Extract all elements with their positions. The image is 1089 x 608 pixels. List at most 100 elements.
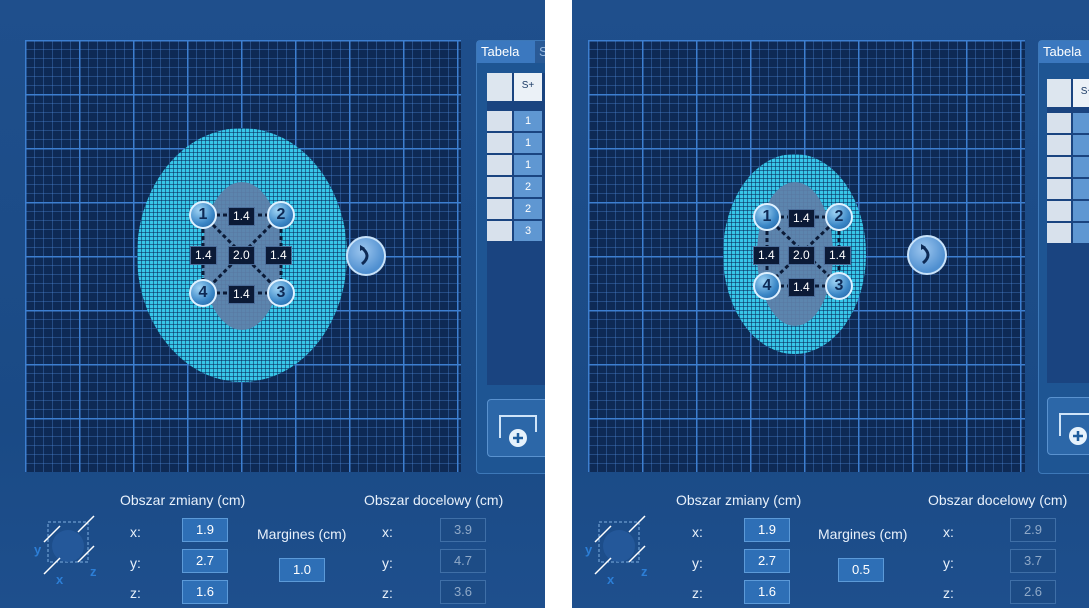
- table-row[interactable]: 1: [514, 133, 542, 153]
- axis-x-label: x: [56, 572, 64, 586]
- zone-z-field[interactable]: 1.6: [744, 580, 790, 604]
- tab-second[interactable]: S: [535, 41, 545, 63]
- probe-4[interactable]: 4: [753, 272, 781, 300]
- zone-y-field[interactable]: 2.7: [744, 549, 790, 573]
- table-row[interactable]: [1073, 179, 1089, 199]
- target-title: Obszar docelowy (cm): [364, 492, 504, 508]
- row-selector[interactable]: [1047, 179, 1071, 199]
- zone-z-field[interactable]: 1.6: [182, 580, 228, 604]
- target-y-value: 3.7: [1010, 549, 1056, 573]
- zone-x-label: x:: [692, 524, 703, 540]
- zone-z-label: z:: [692, 585, 703, 601]
- rotate-button[interactable]: [346, 236, 386, 276]
- margin-field[interactable]: 1.0: [279, 558, 325, 582]
- header-select-cell: [1047, 79, 1071, 107]
- margin-title: Margines (cm): [257, 526, 347, 542]
- zone-y-label: y:: [130, 555, 141, 571]
- row-selector[interactable]: [1047, 135, 1071, 155]
- distance-center: 2.0: [228, 246, 255, 265]
- probe-2[interactable]: 2: [825, 203, 853, 231]
- zone-title: Obszar zmiany (cm): [120, 492, 246, 508]
- target-x-label: x:: [382, 524, 393, 540]
- add-probe-icon: [1059, 413, 1089, 445]
- table-row[interactable]: [1073, 223, 1089, 243]
- table-row[interactable]: [1073, 201, 1089, 221]
- axis-z-label: z: [90, 564, 97, 579]
- probe-1[interactable]: 1: [189, 201, 217, 229]
- header-select-cell: [487, 73, 512, 101]
- header-s-plus: S+: [1073, 79, 1089, 107]
- probe-table: Tabela S+: [1038, 40, 1089, 474]
- target-title: Obszar docelowy (cm): [928, 492, 1068, 508]
- target-z-label: z:: [943, 585, 954, 601]
- probe-1[interactable]: 1: [753, 203, 781, 231]
- zone-y-field[interactable]: 2.7: [182, 549, 228, 573]
- probe-2[interactable]: 2: [267, 201, 295, 229]
- distance-left: 1.4: [753, 246, 780, 265]
- margin-title: Margines (cm): [818, 526, 908, 542]
- row-selector[interactable]: [1047, 113, 1071, 133]
- tab-table-label: Tabela: [1043, 44, 1082, 59]
- target-z-value: 3.6: [440, 580, 486, 604]
- tab-second-label: S: [539, 44, 545, 59]
- target-x-value: 2.9: [1010, 518, 1056, 542]
- axis-x-label: x: [607, 572, 615, 586]
- table-row[interactable]: 2: [514, 199, 542, 219]
- zone-title: Obszar zmiany (cm): [676, 492, 802, 508]
- target-y-label: y:: [943, 555, 954, 571]
- row-selector[interactable]: [487, 133, 512, 153]
- target-y-value: 4.7: [440, 549, 486, 573]
- tab-table[interactable]: Tabela: [477, 41, 535, 63]
- table-row[interactable]: 3: [514, 221, 542, 241]
- row-selector[interactable]: [487, 221, 512, 241]
- rotate-button[interactable]: [907, 235, 947, 275]
- row-selector[interactable]: [1047, 201, 1071, 221]
- probe-4[interactable]: 4: [189, 279, 217, 307]
- probe-3[interactable]: 3: [825, 272, 853, 300]
- table-row[interactable]: [1073, 157, 1089, 177]
- distance-left: 1.4: [190, 246, 217, 265]
- row-selector[interactable]: [1047, 157, 1071, 177]
- target-z-value: 2.6: [1010, 580, 1056, 604]
- cube-axes-icon: y x z: [34, 515, 97, 586]
- zone-z-label: z:: [130, 585, 141, 601]
- row-selector[interactable]: [487, 199, 512, 219]
- add-probe-button[interactable]: [487, 399, 545, 457]
- axis-y-label: y: [585, 542, 593, 557]
- header-s-plus: S+: [514, 73, 542, 101]
- zone-x-label: x:: [130, 524, 141, 540]
- axis-z-label: z: [641, 564, 648, 579]
- margin-field[interactable]: 0.5: [838, 558, 884, 582]
- target-x-value: 3.9: [440, 518, 486, 542]
- table-row[interactable]: 1: [514, 111, 542, 131]
- panel-left: 1 2 3 4 1.4 1.4 2.0 1.4 1.4 Tabela S S+ …: [0, 0, 545, 608]
- row-selector[interactable]: [487, 111, 512, 131]
- target-y-label: y:: [382, 555, 393, 571]
- distance-bottom: 1.4: [228, 285, 255, 304]
- table-row[interactable]: 2: [514, 177, 542, 197]
- table-row[interactable]: 1: [514, 155, 542, 175]
- panel-right: 1 2 3 4 1.4 1.4 2.0 1.4 1.4 Tabela S+: [572, 0, 1089, 608]
- add-probe-icon: [499, 415, 537, 447]
- rotate-icon: [360, 245, 369, 266]
- table-body: S+: [1047, 79, 1089, 383]
- distance-right: 1.4: [265, 246, 292, 265]
- tab-table-label: Tabela: [481, 44, 520, 59]
- distance-right: 1.4: [824, 246, 851, 265]
- table-row[interactable]: [1073, 135, 1089, 155]
- probe-table: Tabela S S+ 1 1 1 2 2 3: [476, 40, 545, 474]
- row-selector[interactable]: [487, 177, 512, 197]
- add-probe-button[interactable]: [1047, 397, 1089, 455]
- zone-x-field[interactable]: 1.9: [744, 518, 790, 542]
- axis-y-label: y: [34, 542, 42, 557]
- row-selector[interactable]: [1047, 223, 1071, 243]
- zone-y-label: y:: [692, 555, 703, 571]
- table-row[interactable]: [1073, 113, 1089, 133]
- row-selector[interactable]: [487, 155, 512, 175]
- table-body: S+ 1 1 1 2 2 3: [487, 73, 545, 385]
- rotate-icon: [921, 244, 930, 265]
- distance-top: 1.4: [788, 209, 815, 228]
- zone-x-field[interactable]: 1.9: [182, 518, 228, 542]
- tab-table[interactable]: Tabela: [1039, 41, 1089, 63]
- probe-3[interactable]: 3: [267, 279, 295, 307]
